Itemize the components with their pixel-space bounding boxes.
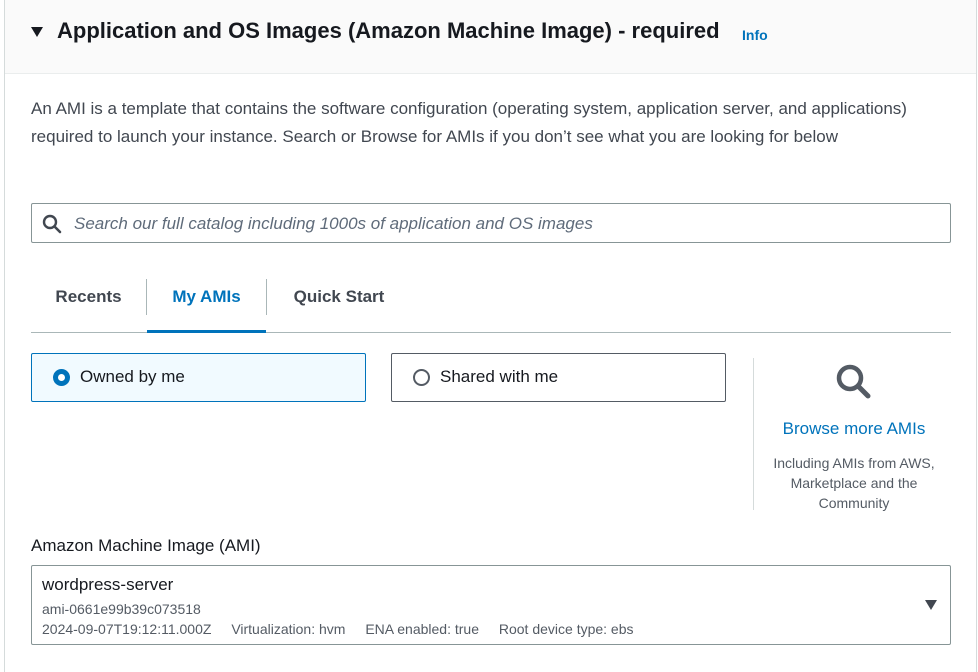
section-title: Application and OS Images (Amazon Machin…: [57, 18, 720, 43]
ami-tabs: Recents My AMIs Quick Start: [31, 279, 951, 333]
radio-selected-icon[interactable]: [53, 369, 70, 386]
browse-more-amis-link[interactable]: Browse more AMIs: [757, 419, 951, 439]
section-description: An AMI is a template that contains the s…: [31, 99, 907, 146]
radio-label: Owned by me: [80, 367, 185, 386]
tab-my-amis[interactable]: My AMIs: [147, 279, 266, 333]
ami-search-input[interactable]: [72, 206, 936, 242]
chevron-down-icon[interactable]: [925, 600, 937, 610]
ami-ena: ENA enabled: true: [365, 621, 479, 637]
ami-virtualization: Virtualization: hvm: [231, 621, 346, 637]
ami-metadata: 2024-09-07T19:12:11.000Z Virtualization:…: [42, 621, 650, 637]
ami-name: wordpress-server: [42, 575, 174, 594]
tab-quick-start[interactable]: Quick Start: [279, 279, 399, 332]
ami-section-panel: Application and OS Images (Amazon Machin…: [4, 0, 977, 672]
tab-divider: [266, 279, 267, 315]
search-icon: [42, 214, 62, 239]
ami-field-label: Amazon Machine Image (AMI): [31, 536, 261, 555]
ami-root-device: Root device type: ebs: [498, 621, 634, 637]
browse-more-amis: Browse more AMIs Including AMIs from AWS…: [757, 358, 951, 513]
tab-recents[interactable]: Recents: [41, 279, 136, 332]
ami-created-date: 2024-09-07T19:12:11.000Z: [42, 621, 212, 637]
info-link[interactable]: Info: [742, 27, 768, 43]
radio-unselected-icon[interactable]: [413, 369, 430, 386]
browse-more-amis-subtext: Including AMIs from AWS, Marketplace and…: [773, 455, 935, 511]
radio-shared-with-me[interactable]: Shared with me: [391, 353, 726, 402]
ami-id: ami-0661e99b39c073518: [42, 601, 201, 617]
collapse-caret-icon[interactable]: [31, 27, 43, 37]
ami-search-box[interactable]: [31, 203, 951, 243]
radio-label: Shared with me: [440, 367, 559, 386]
vertical-divider: [753, 358, 754, 510]
ami-select-dropdown[interactable]: wordpress-server ami-0661e99b39c073518 2…: [31, 565, 951, 645]
search-icon[interactable]: [757, 362, 951, 407]
section-header[interactable]: Application and OS Images (Amazon Machin…: [5, 0, 976, 74]
radio-owned-by-me[interactable]: Owned by me: [31, 353, 366, 402]
